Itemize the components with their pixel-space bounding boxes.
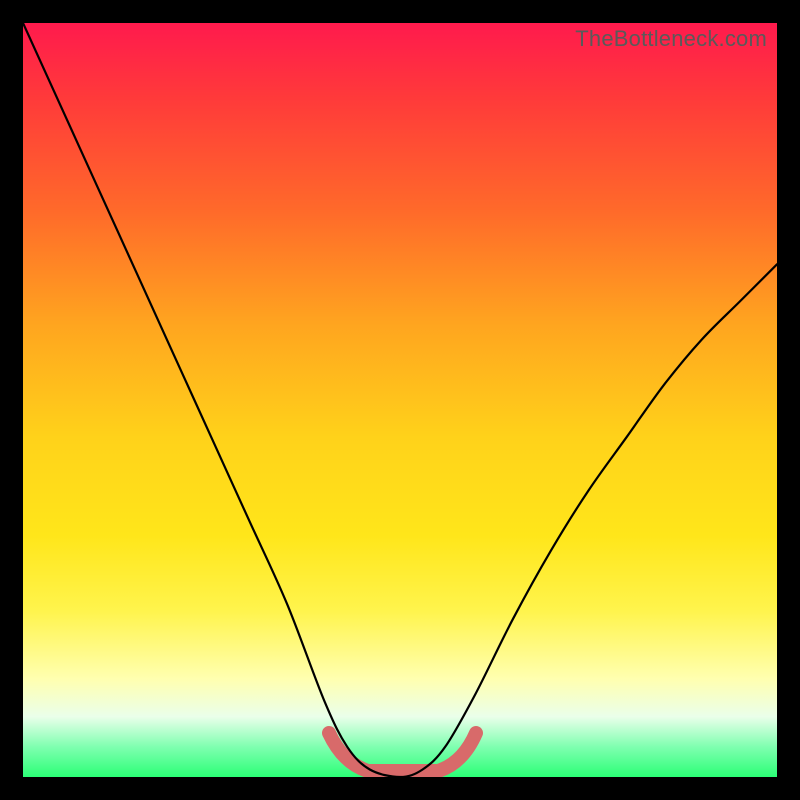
- chart-frame: TheBottleneck.com: [23, 23, 777, 777]
- watermark-text: TheBottleneck.com: [575, 26, 767, 52]
- chart-svg: [23, 23, 777, 777]
- bottleneck-curve: [23, 23, 777, 777]
